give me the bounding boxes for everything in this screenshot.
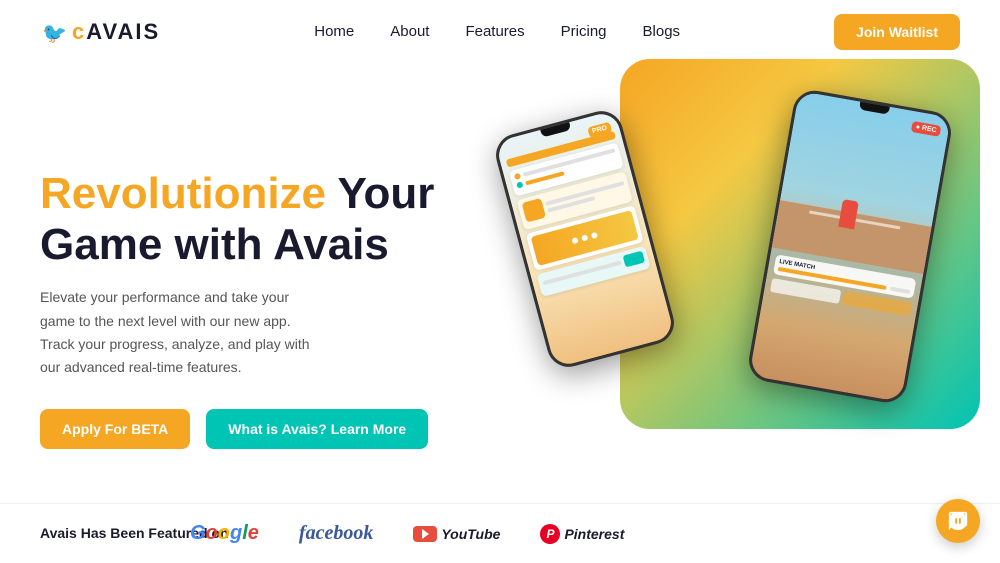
chat-icon xyxy=(947,510,969,532)
nav-links: Home About Features Pricing Blogs xyxy=(314,23,680,41)
hero-title: Revolutionize Your Game with Avais xyxy=(40,169,500,270)
hero-description: Elevate your performance and take your g… xyxy=(40,286,315,378)
svg-text:🐦: 🐦 xyxy=(42,23,67,45)
pinterest-logo: P Pinterest xyxy=(540,524,624,544)
nav-item-blogs[interactable]: Blogs xyxy=(643,23,681,41)
facebook-logo: facebook xyxy=(299,522,373,545)
nav-item-about[interactable]: About xyxy=(390,23,429,41)
youtube-icon xyxy=(413,526,437,542)
apply-beta-button[interactable]: Apply For BETA xyxy=(40,409,190,449)
pinterest-icon: P xyxy=(540,524,560,544)
featured-bar: Avais Has Been Featured on Google facebo… xyxy=(0,503,1000,563)
logo-icon: 🐦 xyxy=(40,18,68,46)
hero-title-highlight: Revolutionize xyxy=(40,169,326,218)
youtube-text: YouTube xyxy=(441,526,500,542)
nav-item-pricing[interactable]: Pricing xyxy=(561,23,607,41)
hero-section: Revolutionize Your Game with Avais Eleva… xyxy=(0,64,1000,524)
pinterest-text: Pinterest xyxy=(564,526,624,542)
learn-more-button[interactable]: What is Avais? Learn More xyxy=(206,409,428,449)
youtube-logo: YouTube xyxy=(413,526,500,542)
chat-bubble-button[interactable] xyxy=(936,499,980,543)
logo[interactable]: 🐦 cAVAIS xyxy=(40,18,160,46)
navbar: 🐦 cAVAIS Home About Features Pricing Blo… xyxy=(0,0,1000,64)
google-logo: Google xyxy=(190,522,259,545)
hero-content: Revolutionize Your Game with Avais Eleva… xyxy=(40,159,500,449)
nav-item-features[interactable]: Features xyxy=(465,23,524,41)
nav-item-home[interactable]: Home xyxy=(314,23,354,41)
featured-label: Avais Has Been Featured on xyxy=(40,524,160,542)
brand-logos: Google facebook YouTube P Pinterest xyxy=(190,522,960,545)
hero-buttons: Apply For BETA What is Avais? Learn More xyxy=(40,409,500,449)
logo-text: cAVAIS xyxy=(72,19,160,45)
join-waitlist-button[interactable]: Join Waitlist xyxy=(834,14,960,50)
hero-visual: PRO LIVE MATCH xyxy=(500,89,960,519)
